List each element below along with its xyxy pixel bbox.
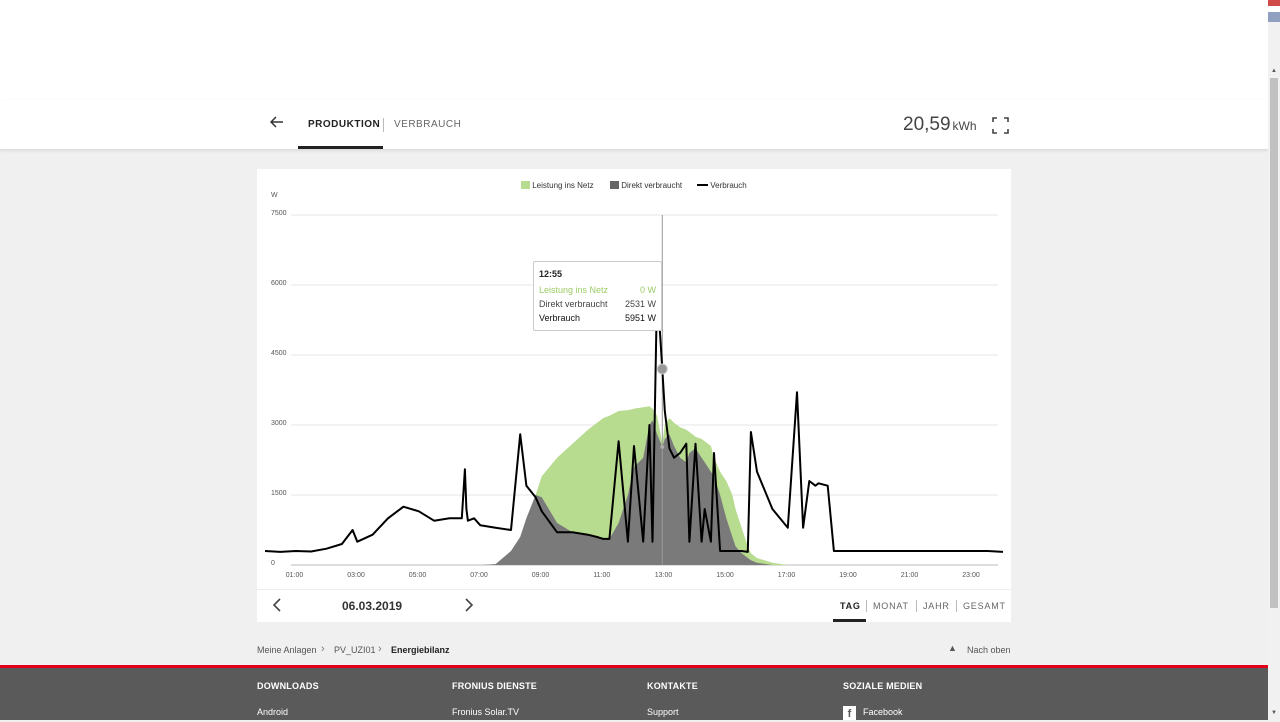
footer-heading-dienste: FRONIUS DIENSTE: [452, 681, 538, 691]
footer-link-android[interactable]: Android: [257, 707, 288, 717]
period-jahr[interactable]: JAHR: [923, 601, 950, 611]
scroll-down-icon[interactable]: ▼: [1268, 710, 1280, 718]
period-divider: [916, 600, 917, 612]
chart-tooltip: 12:55 Leistung ins Netz 0 W Direkt verbr…: [533, 261, 662, 331]
hover-marker-verbrauch: [656, 363, 668, 375]
tooltip-value: 5951 W: [624, 313, 656, 323]
scrollbar[interactable]: ▲ ▼: [1268, 0, 1280, 720]
page-footer: [0, 665, 1268, 720]
breadcrumb-energiebilanz: Energiebilanz: [391, 645, 450, 655]
tooltip-label: Verbrauch: [539, 313, 581, 323]
footer-link-facebook[interactable]: Facebook: [863, 707, 903, 717]
breadcrumb-chevron-icon: ›: [321, 643, 325, 655]
tooltip-time: 12:55: [539, 269, 563, 279]
facebook-icon[interactable]: f: [843, 706, 856, 720]
hover-marker-direkt: [660, 444, 665, 449]
tooltip-label: Leistung ins Netz: [539, 285, 609, 295]
scrollbar-thumb[interactable]: [1270, 78, 1278, 608]
footer-heading-soziale-medien: SOZIALE MEDIEN: [843, 681, 923, 691]
period-tag[interactable]: TAG: [840, 601, 861, 611]
footer-heading-kontakte: KONTAKTE: [647, 681, 698, 691]
footer-link-solar-tv[interactable]: Fronius Solar.TV: [452, 707, 519, 717]
energy-chart[interactable]: [0, 0, 1280, 720]
scroll-up-icon[interactable]: ▲: [1268, 68, 1280, 76]
period-divider: [956, 600, 957, 612]
footer-link-support[interactable]: Support: [647, 707, 679, 717]
back-to-top-link[interactable]: Nach oben: [967, 645, 1011, 655]
tooltip-label: Direkt verbraucht: [539, 299, 608, 309]
period-monat[interactable]: MONAT: [873, 601, 909, 611]
period-gesamt[interactable]: GESAMT: [963, 601, 1006, 611]
window-corner: [1268, 0, 1280, 22]
breadcrumb-pv-uzi01[interactable]: PV_UZI01: [334, 645, 376, 655]
next-date-icon[interactable]: [461, 596, 477, 616]
tooltip-value: 2531 W: [624, 299, 656, 309]
chart-footer-divider: [257, 589, 1011, 590]
breadcrumb-chevron-icon: ›: [378, 643, 382, 655]
footer-heading-downloads: DOWNLOADS: [257, 681, 319, 691]
period-divider: [866, 600, 867, 612]
active-period-indicator: [833, 619, 866, 622]
caret-up-icon[interactable]: ▲: [948, 643, 957, 653]
tooltip-value: 0 W: [639, 285, 656, 295]
previous-date-icon[interactable]: [269, 596, 285, 616]
breadcrumb-meine-anlagen[interactable]: Meine Anlagen: [257, 645, 317, 655]
current-date[interactable]: 06.03.2019: [342, 599, 402, 613]
